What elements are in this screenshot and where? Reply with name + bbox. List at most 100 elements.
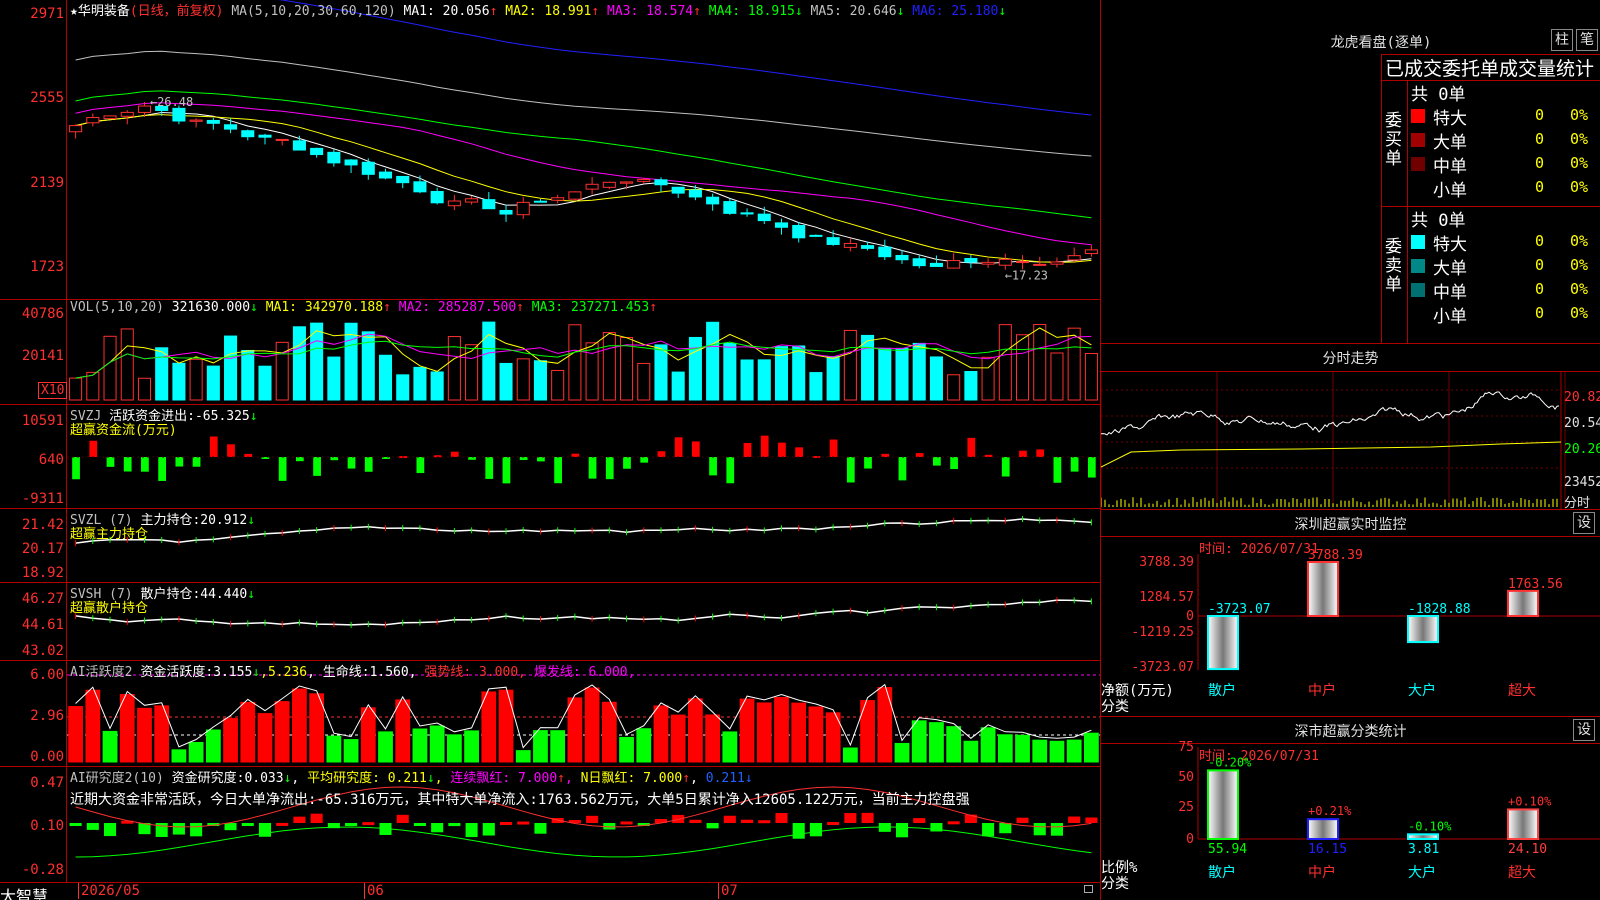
volume-bar[interactable] [706,321,720,401]
volume-bar[interactable] [654,344,668,401]
research-bar[interactable] [689,819,702,823]
volume-bar[interactable] [861,334,875,401]
flow-bar[interactable] [829,439,838,457]
research-bar[interactable] [396,814,409,823]
research-bar[interactable] [258,823,272,837]
candle[interactable] [981,261,995,265]
candle[interactable] [310,147,324,156]
research-bar[interactable] [1050,823,1063,836]
activity-bar[interactable] [722,731,738,763]
candle[interactable] [757,213,771,222]
volume-bar[interactable] [1050,352,1064,401]
research-bar[interactable] [999,823,1012,834]
flow-bar[interactable] [709,457,717,476]
flow-bar[interactable] [674,437,683,457]
volume-bar[interactable] [206,365,220,401]
candle[interactable] [774,222,789,228]
volume-bar[interactable] [482,321,496,401]
candle[interactable] [551,197,565,201]
bar-4[interactable] [1507,589,1539,618]
candle[interactable] [947,260,961,269]
research-bar[interactable] [913,818,926,823]
flow-bar[interactable] [1001,457,1010,477]
research-bar[interactable] [241,823,254,826]
activity-bar[interactable] [1049,740,1065,763]
volume-bar[interactable] [378,354,393,401]
volume-bar[interactable] [585,342,599,401]
activity-bar[interactable] [326,735,342,763]
candle[interactable] [189,119,203,122]
volume-bar[interactable] [499,362,513,401]
research-bar[interactable] [827,822,840,826]
flow-bar[interactable] [123,457,132,472]
activity-bar[interactable] [188,741,204,763]
candle[interactable] [516,201,530,216]
intraday-chart[interactable] [1101,372,1600,509]
bar-3[interactable] [1407,833,1439,841]
activity-bar[interactable] [980,727,996,763]
flow-bar[interactable] [691,441,700,457]
volume-bar[interactable] [826,356,840,401]
activity-bar[interactable] [705,714,721,763]
flow-bar[interactable] [347,457,356,469]
candle[interactable] [843,242,857,248]
research-bar[interactable] [190,823,203,837]
flow-bar[interactable] [209,436,218,457]
research-bar[interactable] [224,823,237,831]
candle[interactable] [895,254,909,261]
volume-bar[interactable] [413,366,427,401]
buy-row[interactable]: 大单 0 0% [1407,128,1600,153]
activity-bar[interactable] [808,706,824,763]
research-bar[interactable] [534,823,547,834]
research-bar[interactable] [1085,817,1098,823]
volume-bar[interactable] [69,377,83,401]
research-bar[interactable] [482,823,495,836]
candle[interactable] [1050,261,1064,265]
ai-activity-pane[interactable]: 6.00 2.96 0.00 AI活跃度2 资金活跃度:3.155↓,5.236… [0,661,1100,767]
research-bar[interactable] [982,823,995,837]
flow-bar[interactable] [89,440,98,457]
activity-bar[interactable] [963,740,979,763]
research-bar[interactable] [1016,817,1029,823]
flow-bar[interactable] [416,457,425,474]
volume-bar[interactable] [947,374,961,401]
research-bar[interactable] [706,823,719,829]
research-bar[interactable] [345,823,358,826]
volume-bar[interactable] [792,345,806,401]
candle[interactable] [258,134,272,138]
volume-bar[interactable] [843,329,857,401]
research-bar[interactable] [741,819,754,823]
research-bar[interactable] [276,822,289,826]
flow-bar[interactable] [795,447,804,457]
research-bar[interactable] [792,823,805,839]
candle[interactable] [740,212,754,215]
candle[interactable] [620,181,634,184]
volume-pane[interactable]: 40786 20141 X10 VOL(5,10,20) 321630.000↓… [0,300,1100,405]
volume-bar[interactable] [998,324,1012,401]
period-mode[interactable]: (日线，前复权) [130,4,224,19]
flow-bar[interactable] [640,457,649,463]
research-bar[interactable] [1033,823,1046,836]
activity-bar[interactable] [946,726,962,763]
volume-chart[interactable] [67,300,1100,405]
volume-bar[interactable] [533,360,547,401]
research-bar[interactable] [465,823,478,838]
activity-bar[interactable] [274,701,290,763]
candle[interactable] [172,107,186,122]
flow-bar[interactable] [1019,450,1027,457]
candle[interactable] [929,262,943,267]
flow-bar[interactable] [605,457,614,480]
volume-bar[interactable] [241,349,255,401]
volume-bar[interactable] [103,335,117,401]
buy-row[interactable]: 中单 0 0% [1407,152,1600,177]
sell-row[interactable]: 中单 0 0% [1407,278,1600,303]
svzl-pane[interactable]: 21.42 20.17 18.92 SVZL (7) 主力持仓:20.912↓ … [0,509,1100,583]
activity-bar[interactable] [533,730,548,763]
tick-mode-button[interactable]: 笔 [1576,29,1598,51]
activity-bar[interactable] [1032,739,1048,763]
flow-bar[interactable] [502,457,511,484]
flow-bar[interactable] [588,457,597,479]
volume-bar[interactable] [396,374,410,401]
flow-bar[interactable] [158,457,166,481]
research-bar[interactable] [448,823,461,827]
